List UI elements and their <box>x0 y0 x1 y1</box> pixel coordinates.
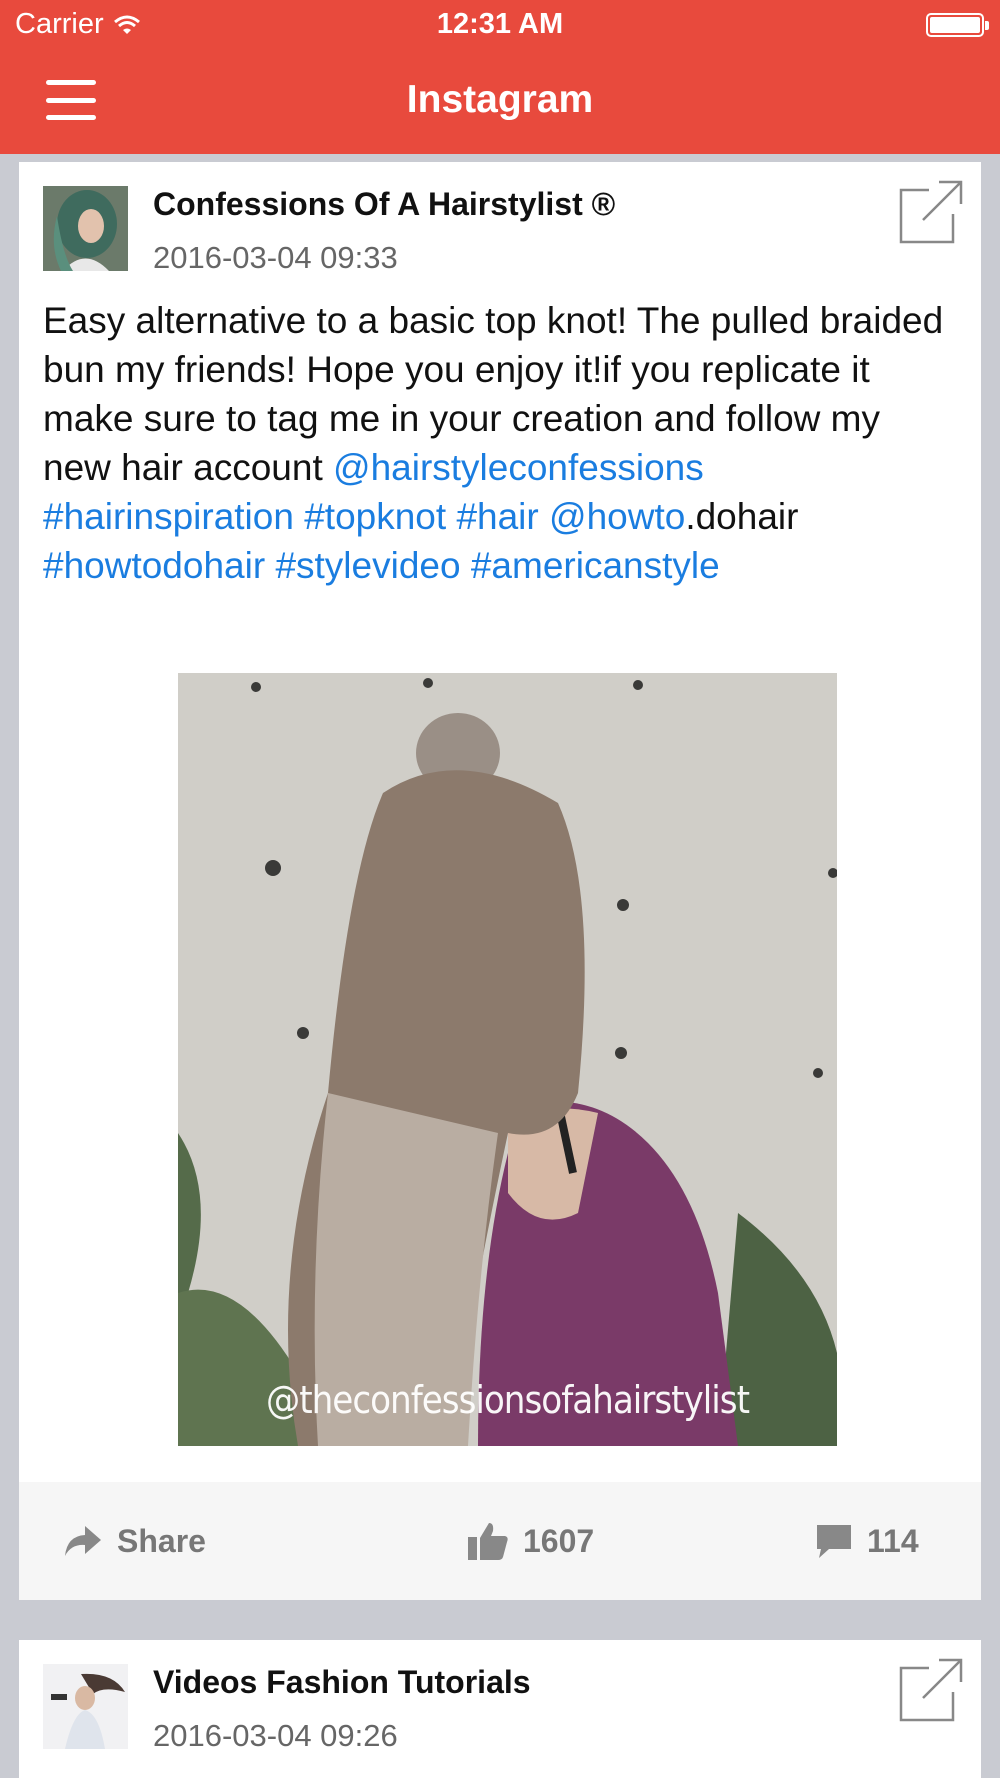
share-icon <box>65 1526 101 1556</box>
post-date: 2016-03-04 09:26 <box>153 1718 398 1753</box>
caption-text <box>294 496 304 537</box>
like-button[interactable]: 1607 <box>467 1482 594 1600</box>
post-image[interactable]: @theconfessionsofahairstylist <box>178 673 837 1446</box>
post-date: 2016-03-04 09:33 <box>153 240 398 275</box>
post-card: Confessions Of A Hairstylist ® 2016-03-0… <box>19 162 981 1600</box>
caption-link[interactable]: #stylevideo <box>275 545 460 586</box>
external-link-icon[interactable] <box>899 180 963 244</box>
app-header: Carrier 12:31 AM Instagram <box>0 0 1000 154</box>
caption-link[interactable]: #howtodohair <box>43 545 265 586</box>
caption-text: .dohair <box>685 496 799 537</box>
nav-bar: Instagram <box>0 50 1000 154</box>
page-title: Instagram <box>406 78 594 121</box>
caption-link[interactable]: #hair <box>456 496 538 537</box>
post-author[interactable]: Videos Fashion Tutorials <box>153 1664 531 1701</box>
image-watermark: @theconfessionsofahairstylist <box>266 1378 750 1422</box>
comment-button[interactable]: 114 <box>815 1482 919 1600</box>
caption-link[interactable]: #hairinspiration <box>43 496 294 537</box>
post-author[interactable]: Confessions Of A Hairstylist ® <box>153 186 615 223</box>
thumbs-up-icon <box>468 1523 508 1560</box>
share-button[interactable]: Share <box>63 1482 206 1600</box>
external-link-icon[interactable] <box>899 1658 963 1722</box>
battery-icon <box>926 13 989 37</box>
status-bar: Carrier 12:31 AM <box>0 0 1000 50</box>
like-count: 1607 <box>523 1522 595 1559</box>
caption-text <box>265 545 275 586</box>
comment-icon <box>817 1525 851 1558</box>
caption-link[interactable]: @howto <box>549 496 685 537</box>
caption-text <box>446 496 456 537</box>
share-label: Share <box>117 1522 206 1559</box>
caption-text <box>539 496 549 537</box>
avatar[interactable] <box>43 186 128 271</box>
avatar[interactable] <box>43 1664 128 1749</box>
comment-count: 114 <box>867 1522 919 1559</box>
caption-link[interactable]: @hairstyleconfessions <box>333 447 704 488</box>
caption-link[interactable]: #americanstyle <box>471 545 720 586</box>
caption-text <box>461 545 471 586</box>
status-time: 12:31 AM <box>436 8 564 40</box>
post-caption: Easy alternative to a basic top knot! Th… <box>43 296 953 590</box>
caption-link[interactable]: #topknot <box>304 496 446 537</box>
post-card: Videos Fashion Tutorials 2016-03-04 09:2… <box>19 1640 981 1778</box>
post-actions: Share 1607 114 <box>19 1482 981 1600</box>
